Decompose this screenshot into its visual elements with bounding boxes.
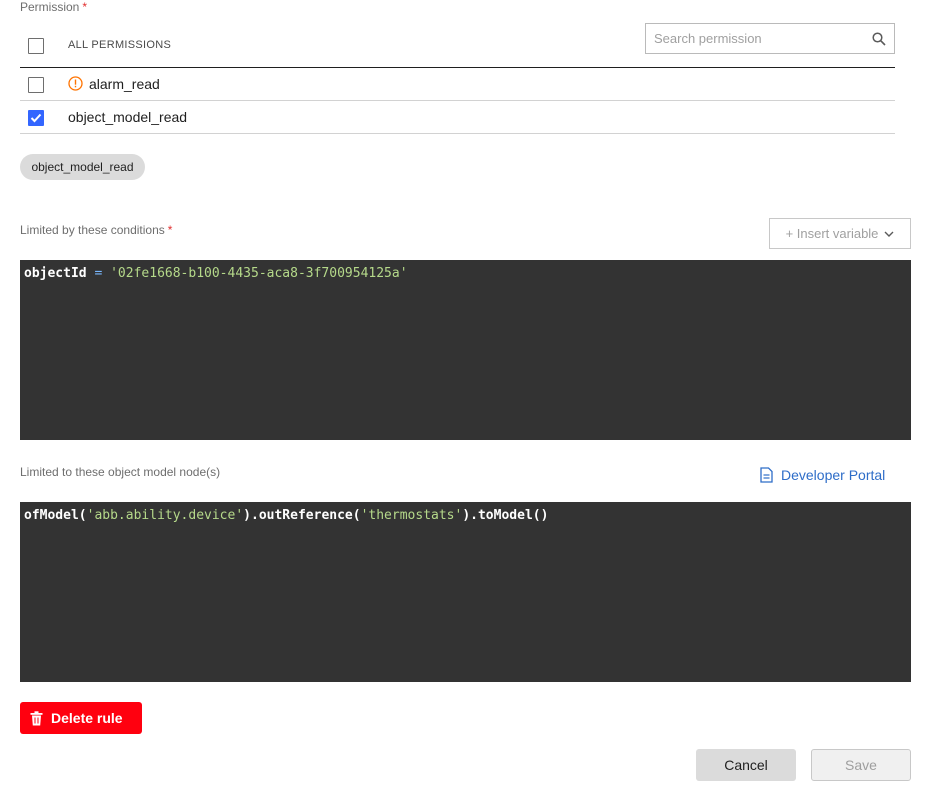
document-icon bbox=[760, 467, 773, 483]
search-icon[interactable] bbox=[872, 31, 886, 46]
conditions-code-editor[interactable]: objectId = '02fe1668-b100-4435-aca8-3f70… bbox=[20, 260, 911, 440]
object-model-read-checkbox[interactable] bbox=[28, 110, 44, 126]
permission-name: alarm_read bbox=[89, 76, 160, 92]
save-button[interactable]: Save bbox=[811, 749, 911, 781]
search-permission-input[interactable] bbox=[654, 31, 872, 46]
permission-label: Permission * bbox=[20, 0, 88, 14]
nodes-code-editor[interactable]: ofModel('abb.ability.device').outReferen… bbox=[20, 502, 911, 682]
chevron-down-icon bbox=[884, 231, 894, 237]
insert-variable-dropdown[interactable]: + Insert variable bbox=[769, 218, 911, 249]
all-permissions-checkbox[interactable] bbox=[28, 38, 44, 54]
permission-name: object_model_read bbox=[68, 109, 188, 125]
warning-icon bbox=[68, 76, 83, 96]
selected-permission-chip[interactable]: object_model_read bbox=[20, 154, 145, 180]
search-permission-field[interactable] bbox=[645, 23, 895, 54]
row-divider bbox=[20, 133, 895, 134]
all-permissions-label: ALL PERMISSIONS bbox=[68, 39, 172, 51]
trash-icon bbox=[30, 710, 43, 725]
delete-rule-button[interactable]: Delete rule bbox=[20, 702, 142, 734]
permission-row-object-model-read[interactable]: object_model_read bbox=[20, 101, 895, 133]
nodes-label: Limited to these object model node(s) bbox=[20, 465, 221, 479]
required-asterisk: * bbox=[82, 0, 88, 14]
required-asterisk: * bbox=[167, 223, 173, 237]
checkmark-icon bbox=[30, 113, 42, 123]
conditions-label: Limited by these conditions * bbox=[20, 223, 173, 237]
developer-portal-link[interactable]: Developer Portal bbox=[760, 467, 885, 483]
cancel-button[interactable]: Cancel bbox=[696, 749, 796, 781]
alarm-read-checkbox[interactable] bbox=[28, 77, 44, 93]
permission-row-alarm-read[interactable]: alarm_read bbox=[20, 68, 895, 100]
